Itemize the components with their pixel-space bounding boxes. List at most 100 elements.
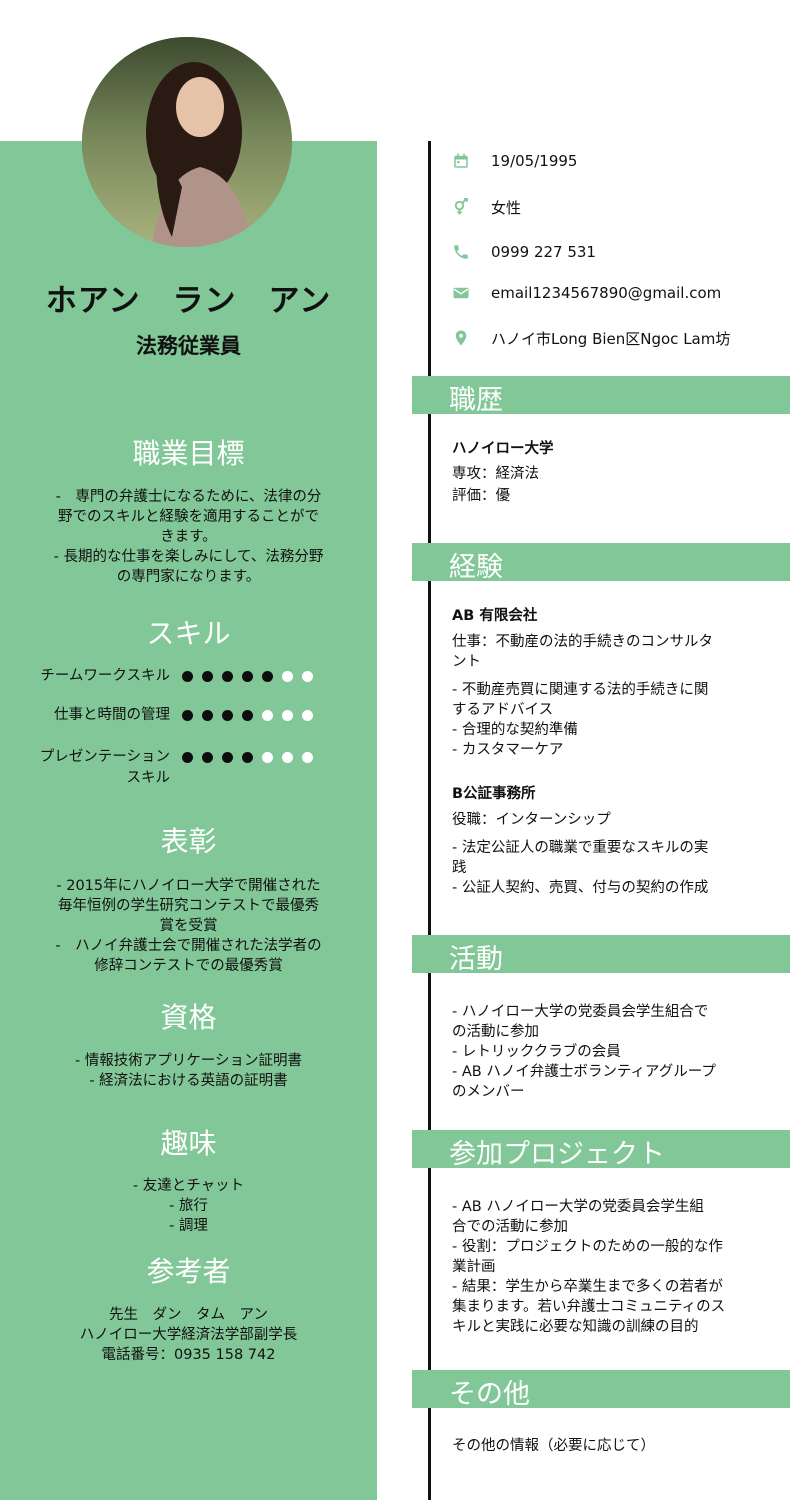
skill-rating [182,666,313,682]
rating-dot-filled [222,671,233,682]
projects-block: - AB ハノイロー大学の党委員会学生組 合での活動に参加 - 役割：プロジェク… [452,1197,752,1337]
skill-row: プレゼンテーション スキル [30,747,350,789]
contact-birthday: 19/05/1995 [451,149,577,173]
skill-row: チームワークスキル [30,666,350,687]
rating-dot-empty [282,710,293,721]
objective-line: の専門家になります。 [116,569,261,585]
skill-rating [182,747,313,763]
grade: 評価：優 [452,488,510,504]
rating-dot-filled [202,671,213,682]
project-line: キルと実践に必要な知識の訓練の目的 [452,1319,699,1335]
activities-block: - ハノイロー大学の党委員会学生組合で の活動に参加 - レトリッククラブの会員… [452,1002,752,1102]
certificates-heading: 資格 [160,1001,217,1034]
contact-phone: 0999 227 531 [451,240,596,264]
hobby-line: - 友達とチャット [132,1178,245,1194]
rating-dot-empty [302,710,313,721]
portrait-image [82,37,292,247]
job-detail-line: - 不動産売買に関連する法的手続きに関 [452,682,709,698]
candidate-name: ホアン ラン アン [45,283,332,319]
rating-dot-filled [242,710,253,721]
rating-dot-empty [262,752,273,763]
references-text: 先生 ダン タム アン ハノイロー大学経済法学部副学長 電話番号：0935 15… [36,1305,341,1365]
rating-dot-filled [182,752,193,763]
award-line: 修辞コンテストでの最優秀賞 [94,958,283,974]
hobby-line: - 旅行 [169,1198,208,1214]
experience-block-2: B公証事務所 役職：インターンシップ - 法定公証人の職業で重要なスキルの実 践… [452,784,752,898]
location-pin-icon [451,328,471,348]
experience-heading: 経験 [449,552,503,583]
hobbies-text: - 友達とチャット - 旅行 - 調理 [36,1176,341,1236]
skill-name: プレゼンテーション スキル [39,749,170,786]
education-block: ハノイロー大学 専攻：経済法 評価：優 [452,439,752,506]
skills-heading: スキル [146,617,231,650]
profile-photo [82,37,292,247]
birthday-text: 19/05/1995 [491,152,578,170]
job-detail-line: - 合理的な契約準備 [452,722,578,738]
activity-line: の活動に参加 [452,1024,539,1040]
activities-heading-band: 活動 [412,935,790,975]
rating-dot-filled [182,671,193,682]
company-name: B公証事務所 [452,786,536,802]
objective-line: - 長期的な仕事を楽しみにして、法務分野 [53,549,324,565]
job-detail-line: - 公証人契約、売買、付与の契約の作成 [452,880,709,896]
skill-row: 仕事と時間の管理 [30,705,350,726]
experience-heading-band: 経験 [412,543,790,583]
rating-dot-filled [262,671,273,682]
projects-heading: 参加プロジェクト [449,1139,665,1170]
objective-heading: 職業目標 [132,437,245,470]
calendar-icon [451,151,471,171]
job-detail-line: するアドバイス [452,702,554,718]
activity-line: - ハノイロー大学の党委員会学生組合で [452,1004,709,1020]
references-heading: 参考者 [146,1255,231,1288]
rating-dot-filled [242,752,253,763]
school-name: ハノイロー大学 [452,441,554,457]
objective-line: きます。 [160,529,217,545]
reference-line: 先生 ダン タム アン [109,1307,268,1323]
contact-email: email1234567890@gmail.com [451,281,721,305]
objective-line: 野でのスキルと経験を適用することがで [58,509,319,525]
projects-heading-band: 参加プロジェクト [412,1130,790,1170]
other-heading: その他 [449,1379,530,1410]
gender-icon [451,197,471,217]
certificate-line: - 経済法における英語の証明書 [89,1073,288,1089]
project-line: - 結果：学生から卒業生まで多くの若者が [452,1279,723,1295]
skill-name: チームワークスキル [40,668,170,684]
other-text: その他の情報（必要に応じて） [452,1438,655,1454]
project-line: 合での活動に参加 [452,1219,568,1235]
experience-block: AB 有限会社 仕事：不動産の法的手続きのコンサルタ ント - 不動産売買に関連… [452,606,752,760]
project-line: 業計画 [452,1259,496,1275]
address-text: ハノイ市Long Bien区Ngoc Lam坊 [491,329,731,348]
job-detail-line: 践 [452,860,467,876]
job-role-line: ント [452,654,481,670]
activity-line: - レトリッククラブの会員 [452,1044,621,1060]
job-detail-line: - 法定公証人の職業で重要なスキルの実 [452,840,709,856]
rating-dot-filled [202,710,213,721]
job-role-line: 役職：インターンシップ [452,812,611,828]
job-detail-line: - カスタマーケア [452,742,564,758]
phone-text: 0999 227 531 [491,243,596,261]
rating-dot-empty [282,752,293,763]
other-block: その他の情報（必要に応じて） [452,1436,752,1456]
email-icon [451,283,471,303]
rating-dot-filled [242,671,253,682]
objective-line: - 専門の弁護士になるために、法律の分 [55,489,322,505]
award-line: - ハノイ弁護士会で開催された法学者の [55,938,322,954]
major: 専攻：経済法 [452,466,539,482]
reference-line: 電話番号：0935 158 742 [101,1347,276,1363]
gender-text: 女性 [491,198,522,217]
hobbies-heading: 趣味 [160,1127,217,1160]
company-name: AB 有限会社 [452,608,538,624]
project-line: - AB ハノイロー大学の党委員会学生組 [452,1199,704,1215]
objective-text: - 専門の弁護士になるために、法律の分 野でのスキルと経験を適用することがで き… [36,487,341,587]
rating-dot-empty [302,752,313,763]
skill-rating [182,705,313,721]
activity-line: のメンバー [452,1084,525,1100]
certificate-line: - 情報技術アプリケーション証明書 [74,1053,303,1069]
project-line: 集まります。若い弁護士コミュニティのス [452,1299,726,1315]
certificates-text: - 情報技術アプリケーション証明書 - 経済法における英語の証明書 [36,1051,341,1091]
rating-dot-filled [222,710,233,721]
contact-gender: 女性 [451,195,521,219]
skill-name: 仕事と時間の管理 [54,707,170,723]
job-title: 法務従業員 [136,334,241,358]
rating-dot-filled [182,710,193,721]
